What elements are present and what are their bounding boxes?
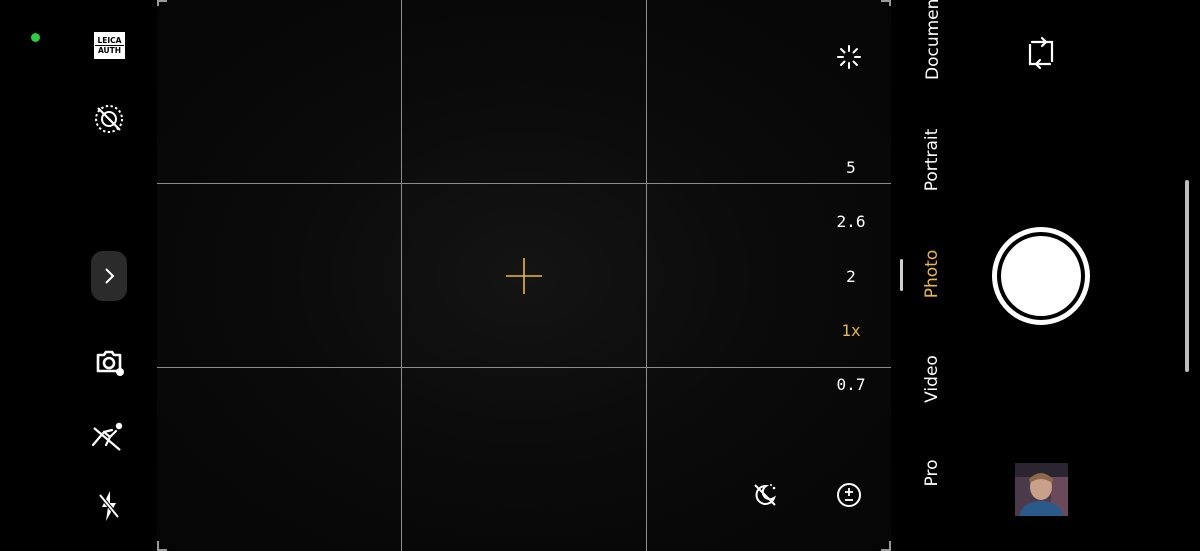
- zoom-level-1x[interactable]: 1x: [823, 303, 879, 357]
- grid-line-v2: [646, 0, 647, 551]
- scrollbar[interactable]: [1185, 180, 1189, 372]
- live-photo-off-icon[interactable]: [92, 102, 126, 136]
- gallery-thumbnail-image: [1015, 463, 1068, 516]
- zoom-selector: 5 2.6 2 1x 0.7: [823, 140, 879, 412]
- mode-document[interactable]: Document: [923, 0, 947, 80]
- leica-badge-line1: LEICA: [97, 36, 122, 45]
- expand-menu-button[interactable]: [91, 251, 127, 301]
- motion-icon[interactable]: [89, 419, 127, 453]
- mode-pro[interactable]: Pro: [922, 433, 946, 513]
- status-indicator-dot: [31, 33, 40, 42]
- shutter-button-inner: [1001, 236, 1081, 316]
- mode-portrait[interactable]: Portrait: [922, 120, 946, 200]
- leica-badge-line2: AUTH: [95, 45, 124, 55]
- grid-line-h2: [157, 367, 891, 368]
- grid-line-h1: [157, 183, 891, 184]
- zoom-level-2-6[interactable]: 2.6: [823, 194, 879, 248]
- zoom-level-0-7[interactable]: 0.7: [823, 358, 879, 412]
- zoom-level-5[interactable]: 5: [823, 140, 879, 194]
- mode-video[interactable]: Video: [922, 339, 946, 419]
- exposure-compensation-icon[interactable]: [835, 481, 863, 509]
- night-mode-off-icon[interactable]: [751, 481, 779, 509]
- frame-corner-bottom-right: [881, 541, 891, 551]
- lens-scan-icon[interactable]: [91, 344, 127, 380]
- zoom-level-2[interactable]: 2: [823, 249, 879, 303]
- frame-corner-bottom-left: [157, 541, 167, 551]
- shutter-button[interactable]: [992, 227, 1090, 325]
- leica-auth-icon[interactable]: LEICA AUTH: [94, 32, 125, 59]
- flash-off-icon[interactable]: [95, 488, 123, 524]
- chevron-right-icon: [105, 268, 115, 284]
- mode-selection-indicator: [900, 259, 903, 291]
- switch-camera-icon[interactable]: [1021, 33, 1061, 73]
- gallery-thumbnail[interactable]: [1015, 463, 1068, 516]
- ai-scene-icon[interactable]: [835, 43, 863, 71]
- mode-photo[interactable]: Photo: [922, 234, 946, 314]
- frame-corner-top-left-h: [157, 0, 167, 2]
- grid-line-v1: [401, 0, 402, 551]
- frame-corner-top-right-h: [881, 0, 891, 2]
- camera-viewfinder[interactable]: [157, 0, 891, 551]
- focus-crosshair-icon: [506, 258, 542, 294]
